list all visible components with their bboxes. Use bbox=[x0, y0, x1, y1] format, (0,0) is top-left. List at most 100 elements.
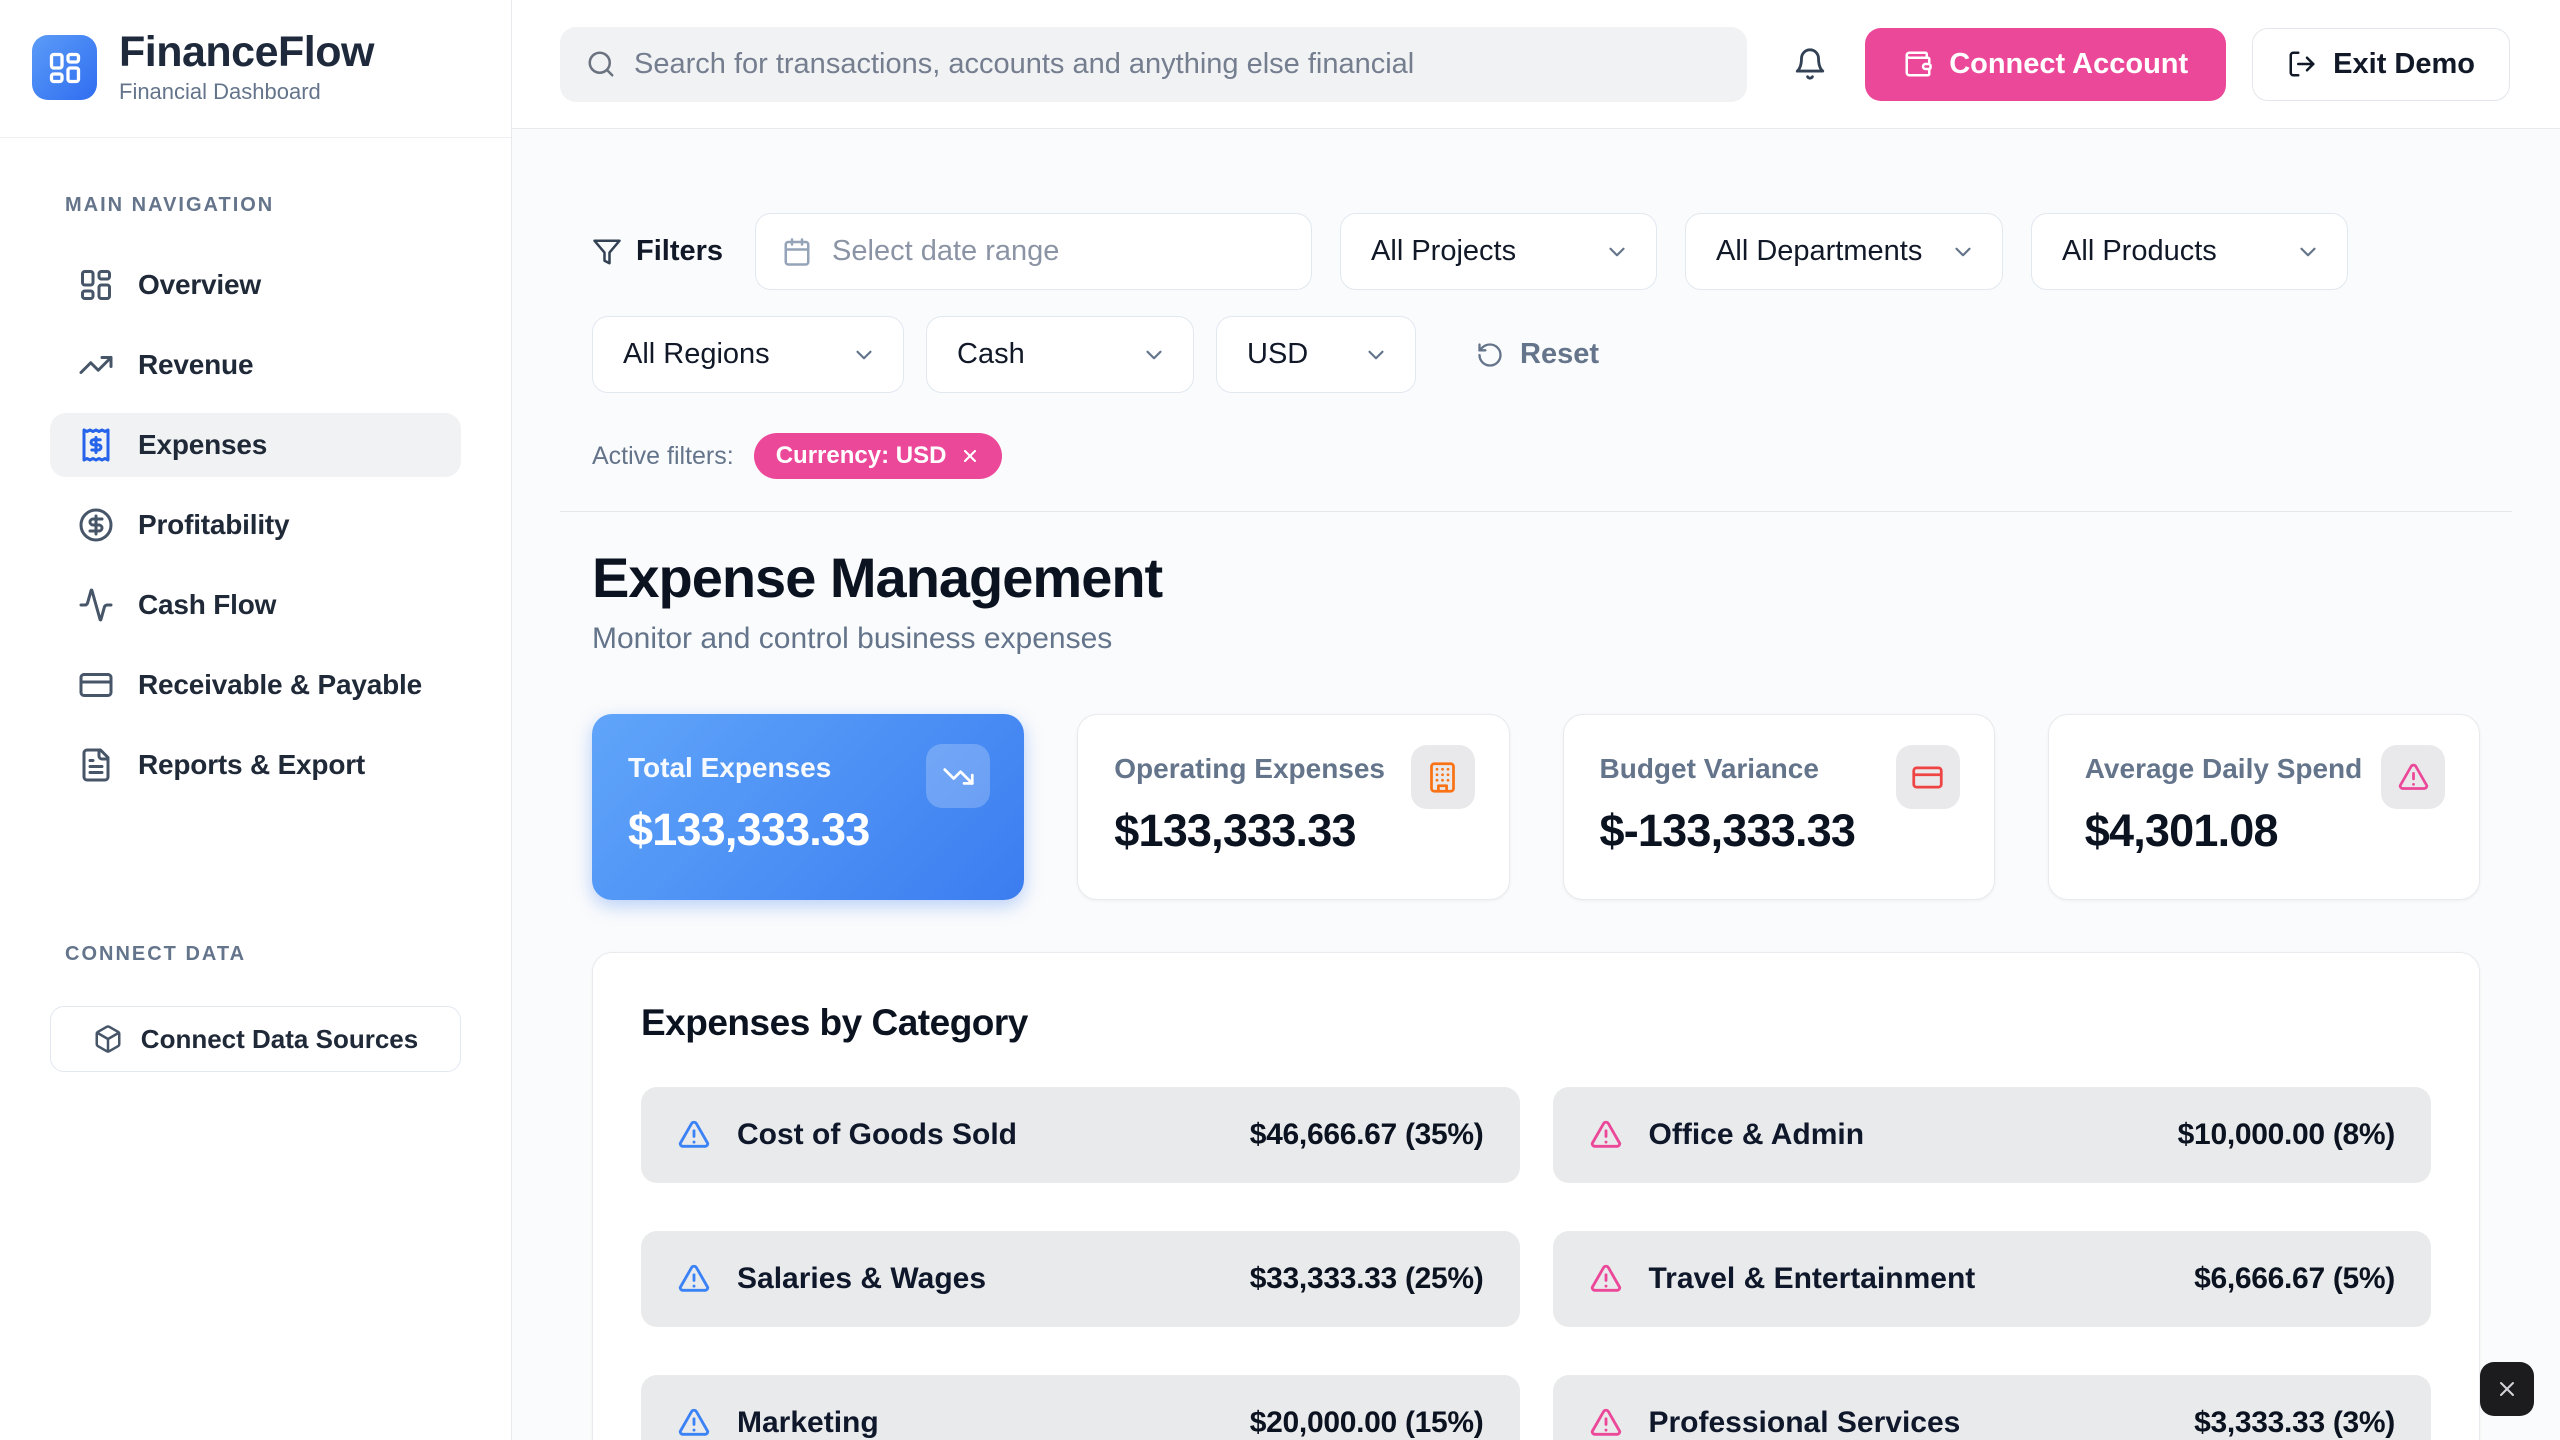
category-value: $33,333.33 (25%) bbox=[1250, 1262, 1484, 1296]
search-bar bbox=[560, 27, 1747, 102]
sidebar-item-label: Profitability bbox=[138, 509, 289, 541]
page-title: Expense Management bbox=[592, 546, 2480, 610]
search-icon bbox=[586, 49, 616, 79]
activity-icon bbox=[78, 587, 114, 623]
category-name: Cost of Goods Sold bbox=[737, 1118, 1017, 1152]
category-value: $6,666.67 (5%) bbox=[2194, 1262, 2395, 1296]
filters-label: Filters bbox=[636, 235, 723, 268]
sidebar-item-reports-export[interactable]: Reports & Export bbox=[50, 733, 461, 797]
credit-card-icon bbox=[78, 667, 114, 703]
sidebar-item-label: Reports & Export bbox=[138, 749, 365, 781]
category-name: Marketing bbox=[737, 1406, 879, 1440]
sidebar: FinanceFlow Financial Dashboard MAIN NAV… bbox=[0, 0, 512, 1440]
category-row-cost-of-goods-sold[interactable]: Cost of Goods Sold $46,666.67 (35%) bbox=[641, 1087, 1520, 1183]
stat-value: $4,301.08 bbox=[2085, 805, 2443, 857]
category-row-marketing[interactable]: Marketing $20,000.00 (15%) bbox=[641, 1375, 1520, 1440]
currency-filter-value: USD bbox=[1247, 338, 1308, 371]
sidebar-item-label: Overview bbox=[138, 269, 261, 301]
receipt-icon bbox=[78, 427, 114, 463]
date-range-input[interactable] bbox=[755, 213, 1312, 290]
active-filters-label: Active filters: bbox=[592, 442, 734, 471]
category-value: $20,000.00 (15%) bbox=[1250, 1406, 1484, 1440]
stat-cards-row: Total Expenses $133,333.33 Operating Exp… bbox=[592, 714, 2480, 900]
expenses-by-category-panel: Expenses by Category Cost of Goods Sold … bbox=[592, 952, 2480, 1440]
category-name: Professional Services bbox=[1649, 1406, 1961, 1440]
connect-account-label: Connect Account bbox=[1949, 48, 2188, 81]
category-row-professional-services[interactable]: Professional Services $3,333.33 (3%) bbox=[1553, 1375, 2432, 1440]
box-icon bbox=[93, 1024, 123, 1054]
stat-card-total-expenses[interactable]: Total Expenses $133,333.33 bbox=[592, 714, 1024, 900]
chevron-down-icon bbox=[1363, 342, 1389, 368]
chevron-down-icon bbox=[1604, 239, 1630, 265]
category-row-office-admin[interactable]: Office & Admin $10,000.00 (8%) bbox=[1553, 1087, 2432, 1183]
products-filter-select[interactable]: All Products bbox=[2031, 213, 2348, 290]
chevron-down-icon bbox=[2295, 239, 2321, 265]
connect-section-header: CONNECT DATA bbox=[65, 943, 461, 966]
filters-row-1: Filters All Projects All Departments bbox=[592, 213, 2480, 290]
stat-card-average-daily-spend[interactable]: Average Daily Spend $4,301.08 bbox=[2048, 714, 2480, 900]
chevron-down-icon bbox=[851, 342, 877, 368]
alert-triangle-icon bbox=[2381, 745, 2445, 809]
filters-title: Filters bbox=[592, 235, 723, 268]
stat-card-operating-expenses[interactable]: Operating Expenses $133,333.33 bbox=[1077, 714, 1509, 900]
trending-down-icon bbox=[926, 744, 990, 808]
category-value: $46,666.67 (35%) bbox=[1250, 1118, 1484, 1152]
sidebar-item-label: Expenses bbox=[138, 429, 267, 461]
notifications-button[interactable] bbox=[1793, 47, 1827, 81]
alert-triangle-icon bbox=[1589, 1262, 1623, 1296]
sidebar-item-cash-flow[interactable]: Cash Flow bbox=[50, 573, 461, 637]
page-content: Filters All Projects All Departments bbox=[512, 129, 2560, 1440]
category-row-salaries-wages[interactable]: Salaries & Wages $33,333.33 (25%) bbox=[641, 1231, 1520, 1327]
chevron-down-icon bbox=[1950, 239, 1976, 265]
category-row-travel-entertainment[interactable]: Travel & Entertainment $6,666.67 (5%) bbox=[1553, 1231, 2432, 1327]
reset-filters-button[interactable]: Reset bbox=[1476, 338, 1599, 371]
connect-account-button[interactable]: Connect Account bbox=[1865, 28, 2226, 101]
bell-icon bbox=[1793, 47, 1827, 81]
category-value: $10,000.00 (8%) bbox=[2178, 1118, 2395, 1152]
category-value: $3,333.33 (3%) bbox=[2194, 1406, 2395, 1440]
main-navigation: Overview Revenue Expenses Profitability … bbox=[50, 253, 461, 813]
departments-filter-select[interactable]: All Departments bbox=[1685, 213, 2003, 290]
close-widget-button[interactable] bbox=[2480, 1362, 2534, 1416]
search-input[interactable] bbox=[634, 48, 1721, 81]
regions-filter-select[interactable]: All Regions bbox=[592, 316, 904, 393]
panel-title: Expenses by Category bbox=[641, 1001, 2431, 1045]
date-range-field[interactable] bbox=[832, 235, 1285, 268]
connect-data-sources-button[interactable]: Connect Data Sources bbox=[50, 1006, 461, 1072]
rotate-ccw-icon bbox=[1476, 341, 1504, 369]
sidebar-item-label: Cash Flow bbox=[138, 589, 276, 621]
currency-filter-select[interactable]: USD bbox=[1216, 316, 1416, 393]
sidebar-item-receivable-payable[interactable]: Receivable & Payable bbox=[50, 653, 461, 717]
close-icon bbox=[2495, 1377, 2519, 1401]
file-text-icon bbox=[78, 747, 114, 783]
category-grid: Cost of Goods Sold $46,666.67 (35%) Offi… bbox=[641, 1087, 2431, 1440]
products-filter-value: All Products bbox=[2062, 235, 2217, 268]
top-bar: Connect Account Exit Demo bbox=[512, 0, 2560, 129]
payment-method-filter-select[interactable]: Cash bbox=[926, 316, 1194, 393]
brand-text: FinanceFlow Financial Dashboard bbox=[119, 30, 374, 105]
sidebar-item-profitability[interactable]: Profitability bbox=[50, 493, 461, 557]
sidebar-item-revenue[interactable]: Revenue bbox=[50, 333, 461, 397]
active-filter-chip-currency[interactable]: Currency: USD bbox=[754, 433, 1003, 479]
chip-close-icon[interactable] bbox=[960, 446, 980, 466]
departments-filter-value: All Departments bbox=[1716, 235, 1922, 268]
stat-value: $133,333.33 bbox=[628, 804, 988, 856]
projects-filter-select[interactable]: All Projects bbox=[1340, 213, 1657, 290]
stat-card-budget-variance[interactable]: Budget Variance $-133,333.33 bbox=[1563, 714, 1995, 900]
credit-card-icon bbox=[1896, 745, 1960, 809]
sidebar-item-overview[interactable]: Overview bbox=[50, 253, 461, 317]
app-tagline: Financial Dashboard bbox=[119, 79, 374, 105]
nav-section-header: MAIN NAVIGATION bbox=[65, 194, 461, 217]
alert-triangle-icon bbox=[1589, 1406, 1623, 1440]
alert-triangle-icon bbox=[677, 1118, 711, 1152]
dashboard-icon bbox=[78, 267, 114, 303]
alert-triangle-icon bbox=[1589, 1118, 1623, 1152]
category-name: Salaries & Wages bbox=[737, 1262, 986, 1296]
brand: FinanceFlow Financial Dashboard bbox=[0, 0, 511, 138]
sidebar-item-expenses[interactable]: Expenses bbox=[50, 413, 461, 477]
page-subtitle: Monitor and control business expenses bbox=[592, 620, 2480, 658]
sidebar-item-label: Receivable & Payable bbox=[138, 669, 422, 701]
exit-demo-button[interactable]: Exit Demo bbox=[2252, 28, 2510, 101]
exit-demo-label: Exit Demo bbox=[2333, 48, 2475, 81]
logout-icon bbox=[2287, 49, 2317, 79]
